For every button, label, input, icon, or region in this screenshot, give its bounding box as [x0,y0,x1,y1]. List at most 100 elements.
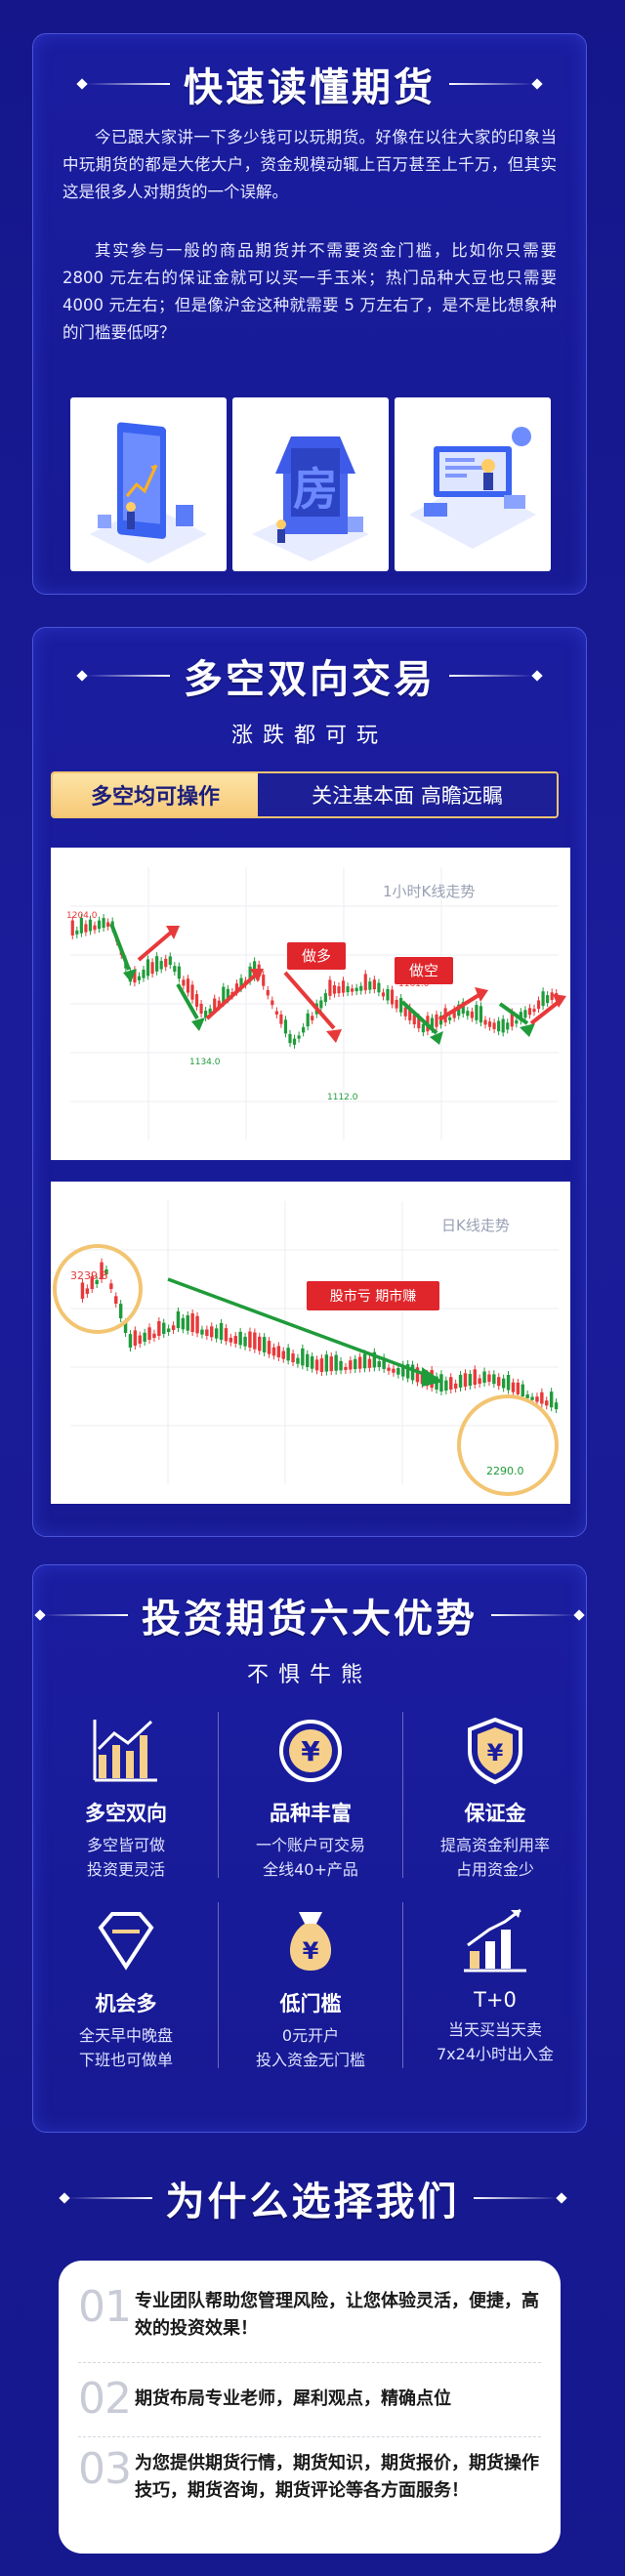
candle-body [368,981,372,990]
title-line-left [86,83,170,85]
candle-body [344,1366,348,1370]
intro-paragraph-2: 其实参与一般的商品期货并不需要资金门槛，比如你只需要 2800 元左右的保证金就… [62,241,557,342]
intro-paragraph-1: 今已跟大家讲一下多少钱可以玩期货。好像在以往大家的印象当中玩期货的都是大佬大户，… [62,128,557,201]
candle-body [157,1320,161,1336]
candle-body [501,1378,506,1389]
candle-body [532,1009,536,1013]
advantage-title: 品种丰富 [270,1802,352,1825]
hourly-kline-svg: 1小时K线走势 1204.0 1134.0 1112.0 1161.0 [51,848,570,1160]
candle-body [210,1326,214,1338]
candle-body [166,1328,171,1332]
candle-body [182,979,186,986]
title-line-right [473,2197,558,2199]
candle-body [525,1394,529,1398]
candle-body [176,1310,181,1328]
svg-text:房: 房 [293,463,338,516]
price-low-label: 2290.0 [486,1465,524,1477]
candle-body [444,1380,448,1391]
svg-text:¥: ¥ [303,1937,319,1965]
candle-body [328,979,332,996]
divider [218,1902,219,2068]
title-ornament [531,670,543,682]
advantage-title: 多空双向 [85,1802,167,1825]
candle-body [506,1374,511,1391]
candle-body [479,1006,483,1023]
candle-body [271,1000,274,1006]
candle-body [224,1328,229,1342]
candle-body [200,1329,204,1335]
advantages-title-row: 投资期货六大优势 [33,1587,586,1643]
why-us-panel: 01 专业团队帮助您管理风险，让您体验灵活，便捷，高效的投资效果！ 02 期货布… [59,2261,561,2554]
section-title: 快速读懂期货 [184,65,436,110]
hourly-kline-chart: 1小时K线走势 1204.0 1134.0 1112.0 1161.0 [51,848,570,1160]
candle-body [138,1335,142,1344]
title-line-left [44,1614,128,1616]
candle-body [147,1327,151,1340]
candle-body [535,1396,539,1402]
house-building-illustration: 房 [232,397,389,571]
phone-chart-illustration [70,397,227,571]
advantage-desc: 多空皆可做 [86,1836,165,1854]
advantage-two-way: 多空双向 多空皆可做 投资更灵活 [39,1712,213,1882]
computer-desk-illustration [395,397,551,571]
title-ornament [531,78,543,90]
candle-body [314,1359,319,1371]
candle-body [396,1367,400,1375]
diamond-icon [98,1912,154,1971]
candle-body [506,1022,510,1030]
tag-right: 关注基本面 高瞻远瞩 [258,773,557,816]
advantage-title: 保证金 [464,1802,526,1825]
candle-body [173,966,177,973]
candle-body [296,1357,300,1364]
candle-body [458,1374,463,1388]
candle-body [387,1367,391,1371]
title-ornament [76,670,88,682]
title-line-left [86,675,170,677]
advantage-title: 低门槛 [279,1992,342,2015]
candle-body [339,1360,343,1371]
growth-chart-icon [464,1908,526,1973]
candle-body [516,1382,521,1394]
candle-body [155,956,159,972]
advantage-desc: 投资更灵活 [86,1860,165,1879]
candle-body [194,994,199,1007]
candle-body [233,1336,237,1344]
candle-body [292,1038,297,1045]
candle-body [75,930,79,935]
candle-body [346,986,350,993]
candle-body [540,1392,544,1404]
candle-body [354,1358,357,1370]
candle-body [190,984,194,1000]
yen-coin-icon: ¥ [279,1720,342,1782]
candle-body [351,988,354,992]
candle-body [319,1000,323,1009]
long-badge-label: 做多 [302,947,331,965]
candle-body [114,1296,118,1304]
candle-body [487,1021,492,1027]
candle-body [214,1328,219,1339]
candle-body [554,1402,559,1410]
candle-body [195,1315,199,1334]
candle-body [324,1354,329,1372]
candle-body [109,1283,113,1289]
title-ornament [34,1609,46,1621]
price-high-label: 3239.8 [70,1269,108,1282]
candle-body [521,1384,524,1396]
candle-body [492,1374,496,1385]
candle-body [329,1356,333,1372]
advantage-variety: ¥ 品种丰富 一个账户可交易 全线40+产品 [224,1712,397,1882]
candle-body [177,966,181,979]
section-title: 投资期货六大优势 [142,1597,478,1641]
candle-body [377,1361,381,1367]
candle-body [310,1356,314,1369]
candle-body [97,920,102,930]
bar-chart-icon [93,1720,157,1782]
why-item-text: 期货布局专业老师，犀利观点，精确点位 [135,2389,451,2409]
section-subtitle: 涨跌都可玩 [230,724,388,748]
candle-body [291,1353,295,1362]
daily-kline-chart: 日K线走势 股市亏 期市赚 3239.8 2290.0 [51,1182,570,1504]
title-line-right [491,1614,575,1616]
divider [402,1712,403,1878]
advantage-desc: 下班也可做单 [78,2051,173,2069]
why-item: 02 期货布局专业老师，犀利观点，精确点位 [78,2378,541,2421]
